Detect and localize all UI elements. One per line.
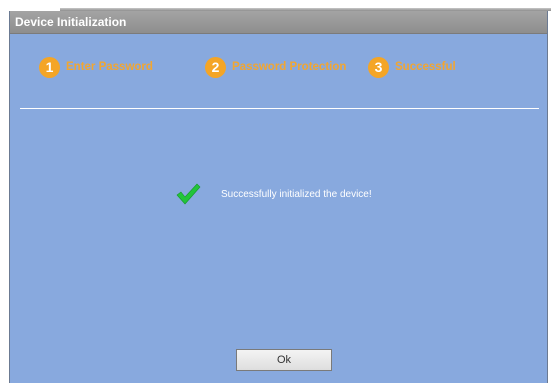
step-number-badge: 3 [368,56,389,78]
ok-button[interactable]: Ok [236,349,332,371]
success-message: Successfully initialized the device! [221,188,372,200]
device-initialization-dialog: Device Initialization 1 Enter Password 2… [9,11,548,383]
steps-divider [20,108,539,109]
title-bar[interactable]: Device Initialization [10,11,547,34]
step-label: Enter Password [66,61,153,73]
checkmark-icon [176,183,201,205]
step-enter-password: 1 Enter Password [39,56,153,78]
window-top-edge [0,0,551,11]
step-indicator: 1 Enter Password 2 Password Protection 3… [10,34,547,109]
step-label: Password Protection [232,61,347,73]
step-password-protection: 2 Password Protection [205,56,346,78]
step-number-badge: 1 [39,56,60,78]
success-message-row: Successfully initialized the device! [175,181,372,207]
step-successful: 3 Successful [368,56,456,78]
step-label: Successful [395,61,456,73]
step-number-badge: 2 [205,56,226,78]
dialog-title: Device Initialization [15,15,127,29]
